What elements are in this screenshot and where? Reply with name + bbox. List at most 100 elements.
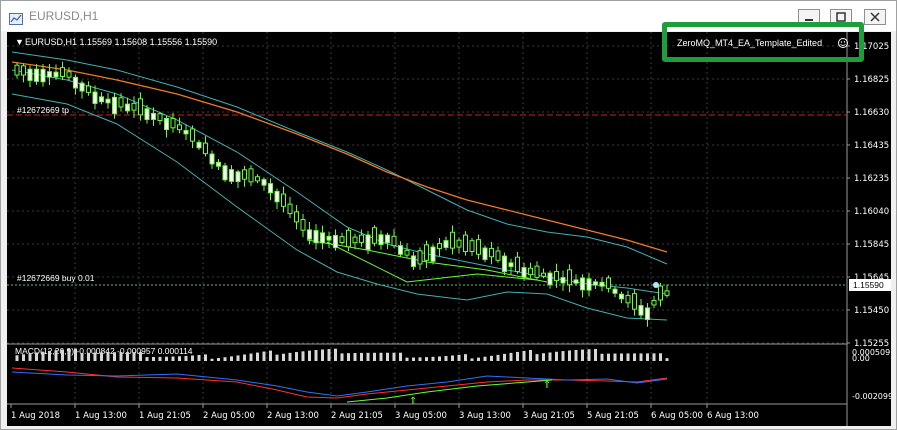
time-tick-label: 2 Aug 13:00 bbox=[267, 411, 319, 421]
tp-order-label: #12672669 tp bbox=[17, 105, 69, 115]
bollinger-lower bbox=[11, 93, 668, 321]
macd-bar bbox=[152, 356, 155, 361]
candle-body bbox=[508, 262, 514, 268]
candle-body bbox=[586, 278, 592, 291]
candle-body bbox=[248, 168, 254, 183]
candle-body bbox=[138, 98, 143, 116]
candle-body bbox=[541, 272, 546, 277]
macd-bar bbox=[217, 358, 220, 361]
close-button[interactable] bbox=[864, 9, 886, 25]
macd-bar bbox=[61, 349, 64, 361]
macd-bar bbox=[197, 354, 201, 361]
candle-body bbox=[411, 255, 416, 267]
macd-bar bbox=[22, 354, 25, 361]
macd-bar bbox=[600, 353, 604, 361]
candle-body bbox=[658, 285, 663, 301]
price-tick-label: 1.15845 bbox=[854, 240, 889, 250]
chart-header-arrow-icon: ▼ bbox=[15, 37, 24, 47]
macd-bar bbox=[314, 350, 318, 361]
macd-bar bbox=[639, 353, 643, 361]
window-title: EURUSD,H1 bbox=[29, 9, 99, 23]
candle-body bbox=[567, 269, 572, 286]
candle-body bbox=[14, 64, 20, 76]
macd-scale: 0.0005090.00-0.002099 bbox=[852, 348, 891, 401]
candle-body bbox=[463, 234, 468, 253]
candlesticks bbox=[14, 61, 670, 327]
macd-bar bbox=[139, 352, 142, 361]
macd-bar bbox=[548, 352, 552, 361]
macd-bar bbox=[184, 355, 188, 361]
candle-body bbox=[287, 203, 293, 215]
macd-bar bbox=[451, 355, 454, 361]
macd-bar bbox=[561, 351, 565, 361]
macd-bar bbox=[438, 356, 441, 361]
candle-body bbox=[417, 250, 423, 265]
macd-bar bbox=[379, 352, 383, 361]
candle-body bbox=[391, 235, 397, 247]
macd-bar bbox=[366, 352, 370, 361]
candle-body bbox=[359, 234, 364, 243]
candle-body bbox=[619, 293, 624, 300]
candle-body bbox=[645, 307, 650, 321]
macd-bar bbox=[35, 352, 38, 361]
candle-body bbox=[170, 117, 176, 129]
candle-body bbox=[502, 255, 507, 273]
macd-bar bbox=[626, 353, 630, 361]
time-tick-label: 2 Aug 21:05 bbox=[331, 411, 383, 421]
macd-bar bbox=[353, 353, 357, 361]
price-tick-label: 1.16235 bbox=[854, 174, 889, 184]
macd-bar bbox=[93, 352, 97, 361]
candle-body bbox=[521, 267, 527, 278]
macd-bar bbox=[496, 354, 500, 361]
macd-bar bbox=[386, 352, 389, 361]
candle-body bbox=[242, 169, 247, 180]
candle-body bbox=[216, 161, 221, 167]
macd-bar bbox=[275, 354, 279, 361]
candle-body bbox=[235, 171, 241, 183]
macd-bar bbox=[503, 353, 506, 361]
candle-body bbox=[157, 113, 163, 122]
macd-bar bbox=[399, 352, 402, 361]
candle-body bbox=[495, 250, 501, 261]
macd-bar bbox=[106, 352, 110, 361]
macd-bar bbox=[470, 358, 474, 361]
candle-body bbox=[476, 239, 481, 255]
macd-bar bbox=[126, 352, 129, 361]
candle-body bbox=[34, 68, 39, 82]
price-chart[interactable]: ▼ EURUSD,H1 1.15569 1.15608 1.15556 1.15… bbox=[7, 32, 891, 426]
price-tick-label: 1.15450 bbox=[854, 306, 889, 316]
macd-bar bbox=[665, 358, 669, 361]
candle-body bbox=[92, 91, 98, 104]
time-tick-label: 3 Aug 05:00 bbox=[395, 411, 447, 421]
candle-body bbox=[60, 67, 65, 77]
candle-body bbox=[456, 239, 462, 248]
candle-body bbox=[489, 247, 494, 258]
macd-signal-line bbox=[11, 371, 668, 397]
macd-bar bbox=[256, 352, 259, 361]
candle-body bbox=[300, 219, 306, 231]
candle-body bbox=[21, 65, 26, 76]
macd-bar bbox=[581, 349, 584, 361]
candle-body bbox=[333, 234, 338, 249]
candle-body bbox=[326, 235, 332, 241]
time-tick-label: 3 Aug 13:00 bbox=[459, 411, 511, 421]
candle-body bbox=[222, 165, 228, 181]
time-tick-label: 6 Aug 13:00 bbox=[707, 411, 759, 421]
candle-body bbox=[638, 305, 644, 316]
chart-header: EURUSD,H1 1.15569 1.15608 1.15556 1.1559… bbox=[25, 37, 217, 47]
candle-body bbox=[528, 267, 533, 276]
macd-bar bbox=[444, 355, 448, 361]
candle-body bbox=[118, 97, 124, 108]
macd-bar bbox=[568, 350, 571, 361]
candle-body bbox=[73, 76, 78, 89]
chart-area[interactable]: ▼ EURUSD,H1 1.15569 1.15608 1.15556 1.15… bbox=[7, 32, 891, 426]
candle-body bbox=[79, 82, 85, 92]
macd-bar bbox=[509, 352, 513, 361]
macd-bar bbox=[178, 356, 181, 361]
macd-bar bbox=[243, 354, 246, 361]
candle-body bbox=[274, 190, 280, 203]
macd-bar bbox=[607, 353, 610, 361]
candle-body bbox=[131, 102, 137, 111]
macd-bar bbox=[54, 350, 58, 361]
candle-body bbox=[339, 236, 345, 243]
